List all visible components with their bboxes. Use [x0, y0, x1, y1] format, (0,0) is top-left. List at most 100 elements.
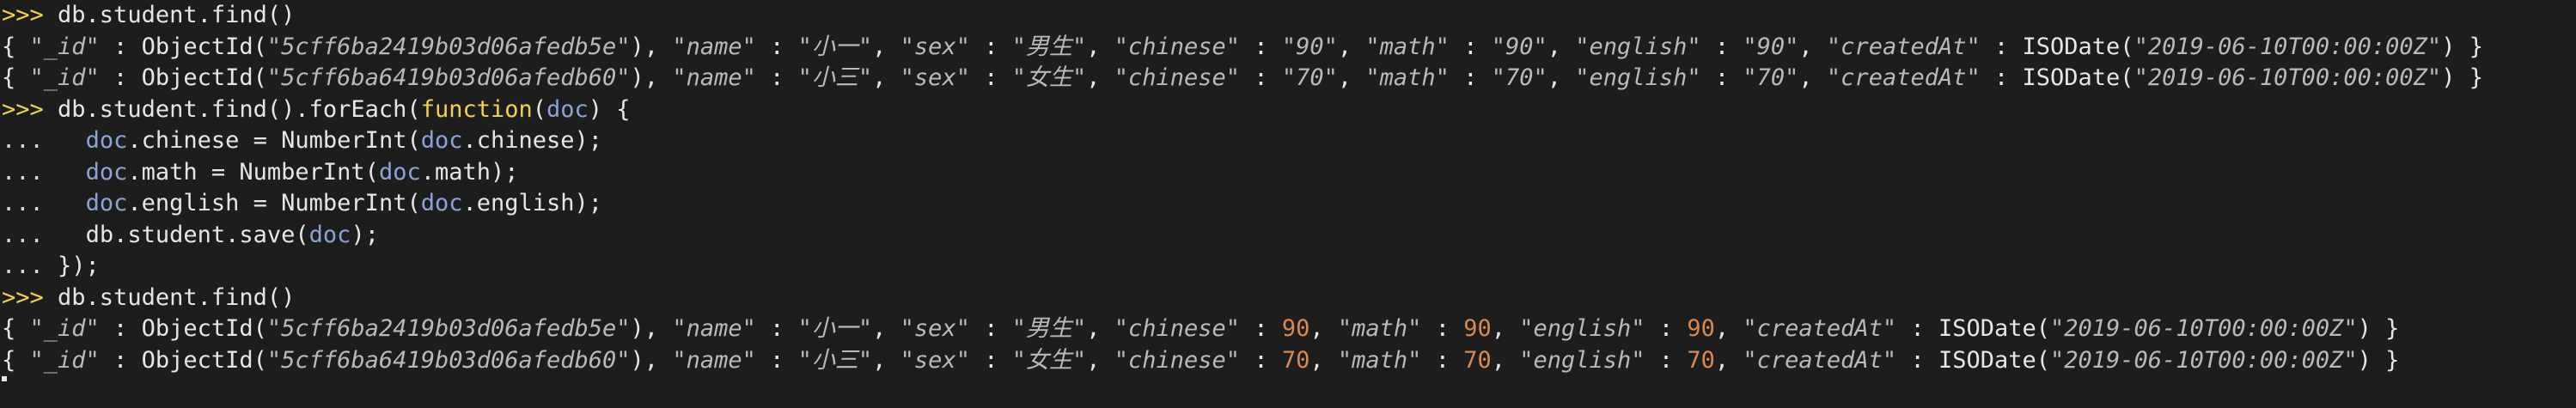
- paren-open: (: [532, 95, 546, 123]
- separator: :: [1980, 33, 2023, 60]
- isodate-fn: ISODate(: [2022, 33, 2134, 60]
- command-text: db.student.find(): [43, 283, 296, 311]
- name-value: "小一": [797, 315, 873, 342]
- prompt-marker: >>>: [2, 283, 44, 311]
- separator: :: [99, 33, 142, 60]
- comma: ,: [1309, 346, 1338, 374]
- sex-value: "男生": [1011, 33, 1087, 60]
- command-text: .english = NumberInt(: [127, 190, 421, 216]
- separator: :: [1896, 315, 1938, 342]
- field-key: "_id": [29, 346, 100, 374]
- paren-close: ): [630, 33, 644, 60]
- variable: doc: [378, 158, 421, 186]
- objectid-value: "5cff6ba6419b03d06afedb60": [266, 64, 631, 91]
- field-key: "_id": [29, 33, 100, 60]
- field-key: "sex": [900, 315, 970, 342]
- separator: :: [969, 315, 1012, 342]
- separator: :: [1240, 64, 1282, 91]
- createdat-value: "2019-06-10T00:00:00Z": [2133, 33, 2442, 60]
- comma: ,: [644, 33, 673, 60]
- separator: :: [755, 64, 798, 91]
- name-value: "小三": [797, 64, 873, 91]
- math-value: 90: [1463, 315, 1492, 342]
- name-value: "小三": [797, 346, 873, 374]
- field-key: "_id": [29, 315, 100, 342]
- variable: doc: [420, 190, 463, 216]
- separator: :: [1240, 346, 1282, 374]
- english-value: 90: [1687, 315, 1715, 342]
- separator: :: [99, 346, 142, 374]
- sex-value: "女生": [1011, 346, 1087, 374]
- variable: doc: [546, 95, 589, 123]
- comma: ,: [1714, 346, 1743, 374]
- command-text: db.student.find(): [43, 2, 296, 28]
- field-key: "sex": [900, 64, 970, 91]
- sex-value: "女生": [1011, 64, 1087, 91]
- command-line: >>> db.student.find(): [2, 0, 2576, 32]
- comma: ,: [1547, 33, 1576, 60]
- command-text: .math);: [420, 158, 519, 186]
- variable: doc: [85, 190, 128, 216]
- field-key: "english": [1519, 315, 1645, 342]
- variable: doc: [308, 221, 351, 248]
- brace-open: {: [2, 346, 30, 374]
- field-key: "name": [672, 33, 756, 60]
- brace-open: {: [2, 33, 30, 60]
- brace-close: }: [2455, 64, 2483, 91]
- variable: doc: [85, 158, 128, 186]
- paren-close: ): [630, 315, 644, 342]
- separator: :: [755, 346, 798, 374]
- field-key: "name": [672, 64, 756, 91]
- brace-close: }: [2371, 346, 2400, 374]
- field-key: "name": [672, 346, 756, 374]
- terminal-output[interactable]: >>> db.student.find(){ "_id" : ObjectId(…: [0, 0, 2576, 385]
- output-document-line: { "_id" : ObjectId("5cff6ba2419b03d06afe…: [2, 32, 2576, 64]
- comma: ,: [1337, 64, 1366, 91]
- objectid-value: "5cff6ba2419b03d06afedb5e": [266, 33, 631, 60]
- objectid-fn: ObjectId(: [141, 33, 267, 60]
- command-line: >>> db.student.find().forEach(function(d…: [2, 94, 2576, 126]
- continuation-marker: ...: [2, 221, 44, 248]
- paren-close: ): [2357, 346, 2372, 374]
- english-value: "90": [1743, 33, 1799, 60]
- field-key: "_id": [29, 64, 100, 91]
- continuation-line: ... doc.math = NumberInt(doc.math);: [2, 157, 2576, 189]
- createdat-value: "2019-06-10T00:00:00Z": [2050, 315, 2358, 342]
- brace-open: {: [2, 64, 30, 91]
- separator: :: [1449, 64, 1492, 91]
- comma: ,: [644, 315, 673, 342]
- separator: :: [1240, 315, 1282, 342]
- math-value: "90": [1491, 33, 1547, 60]
- separator: :: [969, 33, 1012, 60]
- output-document-line: { "_id" : ObjectId("5cff6ba2419b03d06afe…: [2, 314, 2576, 345]
- continuation-line: ... });: [2, 251, 2576, 283]
- separator: :: [1449, 33, 1492, 60]
- chinese-value: "90": [1281, 33, 1338, 60]
- objectid-fn: ObjectId(: [141, 64, 267, 91]
- prompt-marker: >>>: [2, 95, 44, 123]
- comma: ,: [1798, 33, 1827, 60]
- field-key: "math": [1337, 346, 1422, 374]
- paren-close: ): [2357, 315, 2372, 342]
- continuation-line: ... doc.english = NumberInt(doc.english)…: [2, 188, 2576, 220]
- objectid-value: "5cff6ba6419b03d06afedb60": [266, 346, 631, 374]
- command-text: });: [43, 253, 100, 279]
- command-text: .chinese);: [462, 127, 603, 154]
- separator: :: [1240, 33, 1282, 60]
- continuation-marker: ...: [2, 253, 44, 279]
- continuation-marker: ...: [2, 127, 44, 154]
- field-key: "createdAt": [1743, 315, 1897, 342]
- cursor-indicator: [2, 376, 7, 381]
- comma: ,: [872, 346, 900, 374]
- createdat-value: "2019-06-10T00:00:00Z": [2133, 64, 2442, 91]
- separator: :: [755, 33, 798, 60]
- comma: ,: [644, 64, 673, 91]
- comma: ,: [1086, 346, 1114, 374]
- comma: ,: [1086, 64, 1114, 91]
- variable: doc: [420, 127, 463, 154]
- chinese-value: 90: [1281, 315, 1310, 342]
- objectid-fn: ObjectId(: [141, 315, 267, 342]
- field-key: "name": [672, 315, 756, 342]
- continuation-line: ... doc.chinese = NumberInt(doc.chinese)…: [2, 125, 2576, 157]
